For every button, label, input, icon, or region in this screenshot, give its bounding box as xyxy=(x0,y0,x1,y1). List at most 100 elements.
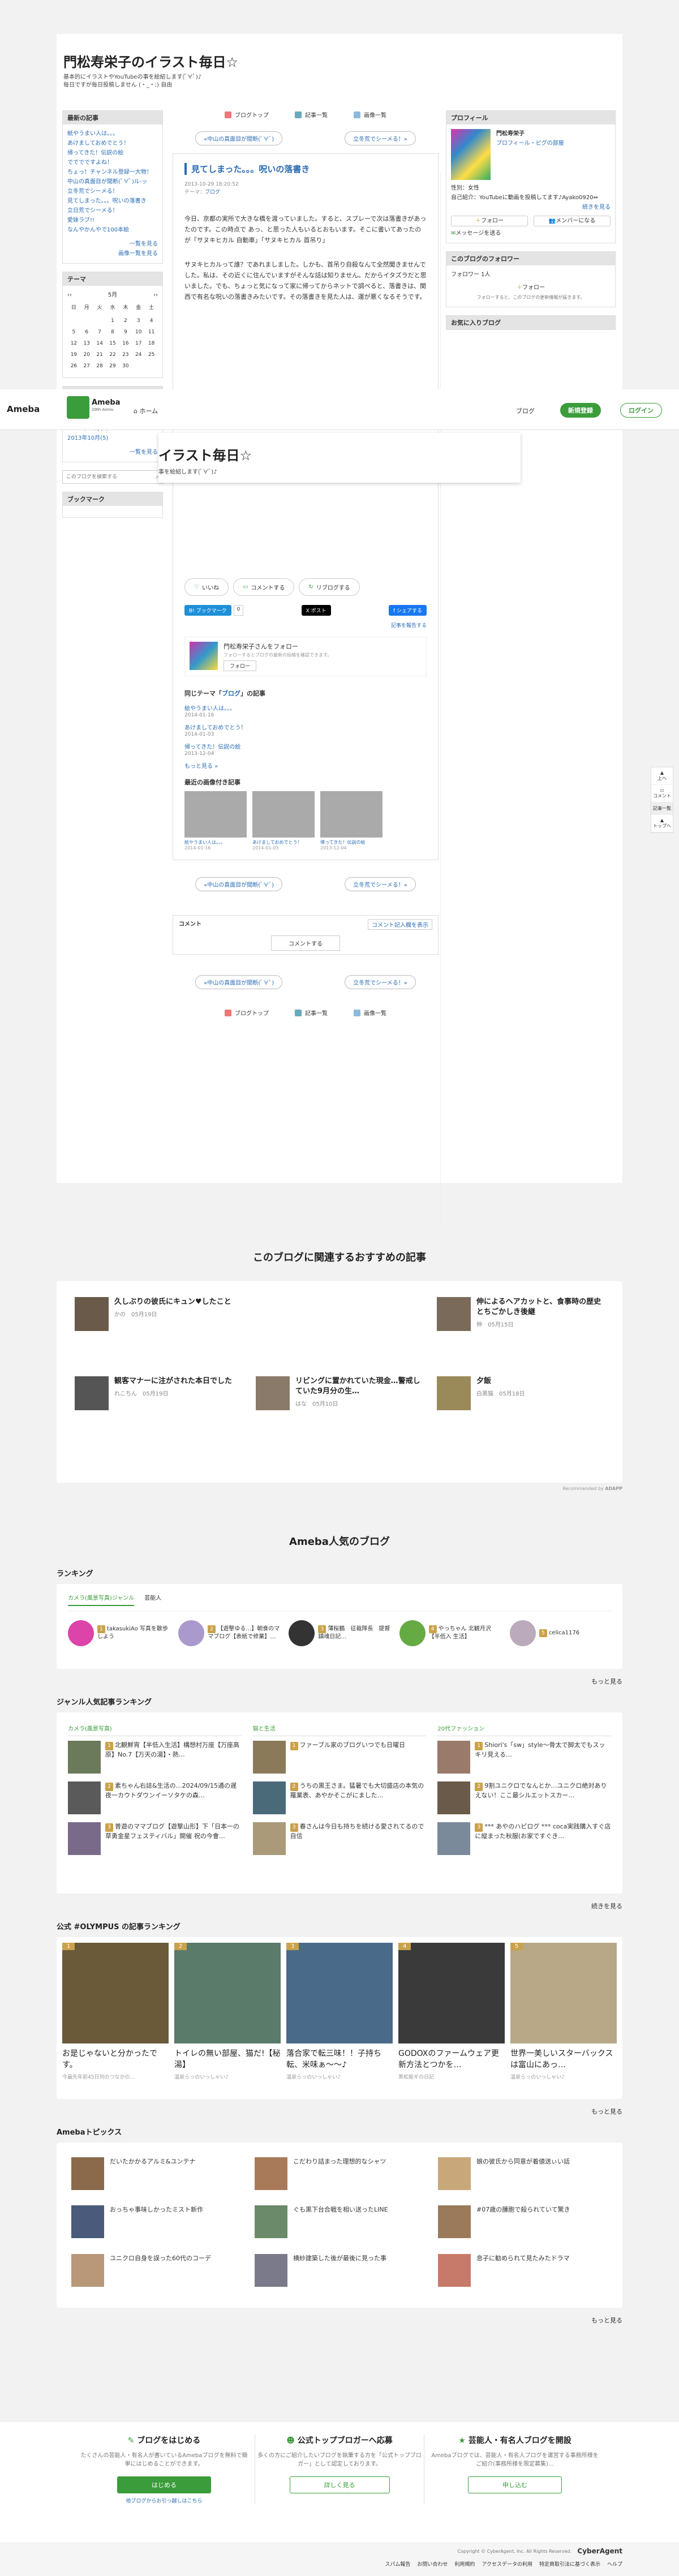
calendar-day[interactable]: 5 xyxy=(67,328,80,337)
image-entry[interactable]: 絵やうまい人は。。。 2014-01-16 xyxy=(184,791,247,851)
reblog-button[interactable]: ↻ リブログする xyxy=(299,578,360,596)
nav-blog-top-2[interactable]: ブログトップ xyxy=(225,1008,269,1017)
calendar-day[interactable]: 19 xyxy=(67,350,80,360)
article-theme-link[interactable]: ブログ xyxy=(205,190,220,195)
blog-title[interactable]: 門松寿栄子のイラスト毎日☆ xyxy=(63,51,238,71)
profile-link[interactable]: プロフィール・ピグの部屋 xyxy=(496,139,564,148)
migrate-link[interactable]: 他ブログからお引っ越しはこちら xyxy=(126,2498,202,2504)
topic-item[interactable]: 息子に勧められて見たみたドラマ xyxy=(438,2253,608,2293)
calendar-day[interactable]: 8 xyxy=(106,328,119,337)
recent-entry-link[interactable]: 中山の真面目が間断(ﾟ∀ﾟ)ル-ッ xyxy=(67,177,158,187)
topic-item[interactable]: おっちゃ事味しかったミスト新作 xyxy=(71,2205,241,2244)
calendar-day[interactable]: 21 xyxy=(93,350,106,360)
calendar-day[interactable]: 17 xyxy=(132,339,145,349)
image-entry[interactable]: 帰ってきた！伝説の絵 2013-12-04 xyxy=(320,791,383,851)
olympus-item[interactable]: 2 トイレの無い部屋、猫だ!【秘湯】 温泉らっのいっしゃい♪ xyxy=(174,1943,281,2093)
next-entry-link-2[interactable]: 立冬荒でシーメる！» xyxy=(345,877,416,891)
recent-entry-link[interactable]: ちょっ！チャンネル登録一大物！ xyxy=(67,168,158,177)
header-blog[interactable]: ブログ xyxy=(516,406,535,415)
calendar-day[interactable]: 25 xyxy=(145,350,158,360)
topic-item[interactable]: 娘の彼氏から同意が着値送ぃい話 xyxy=(438,2157,608,2196)
footer-link[interactable]: 特定商取引法に基づく表示 xyxy=(539,2560,600,2568)
ranking-item[interactable]: 1 takasukiAo 写真を散歩しよう xyxy=(68,1620,169,1646)
calendar-day[interactable]: 1 xyxy=(106,316,119,326)
cal-prev-icon[interactable]: ‹‹ xyxy=(67,290,72,300)
comment-button[interactable]: ▭ コメントする xyxy=(233,578,295,596)
tab-celebrity[interactable]: 芸能人 xyxy=(144,1593,161,1606)
recommend-item[interactable]: リビングに置かれていた現金…警戒していた9月分の生… はな 05月10日 xyxy=(256,1376,423,1410)
ameba-logo[interactable]: Ameba xyxy=(7,404,40,414)
ranking-item[interactable]: 3 薄桜鶴 征裁隊長 提督鎮魂日記… xyxy=(289,1620,390,1646)
comment-form-toggle[interactable]: コメント記入欄を表示 xyxy=(368,919,432,930)
report-entry-link[interactable]: 記事を報告する xyxy=(391,623,427,629)
archive-month-link[interactable]: 2013年10月(5) xyxy=(67,433,158,443)
recommend-item[interactable]: 観客マナーに注がされた本日でした れこちん 05月19日 xyxy=(75,1376,242,1410)
next-entry-link[interactable]: 立冬荒でシーメる！» xyxy=(345,131,416,145)
top-blogger-button[interactable]: 詳しく見る xyxy=(289,2476,390,2493)
facebook-share-button[interactable]: f シェアする xyxy=(388,605,427,616)
calendar-day[interactable]: 23 xyxy=(119,350,132,360)
genre-more-link[interactable]: 続きを見る xyxy=(591,1903,622,1910)
genre-item[interactable]: 2 素ちゃん右誌&生活の…2024/09/15通の遅夜一カウトダウンイーソタケの森… xyxy=(68,1781,242,1814)
calendar-day[interactable]: 11 xyxy=(145,328,158,337)
ranking-item[interactable]: 4 やっちゃん 北観月沢【半低入 生活】 xyxy=(399,1620,501,1646)
hatena-bookmark-button[interactable]: B! ブックマーク xyxy=(184,605,231,616)
calendar-day[interactable]: 3 xyxy=(132,316,145,326)
topic-item[interactable]: こだわり詰まった理想的なシャツ xyxy=(255,2157,424,2196)
calendar-day[interactable]: 22 xyxy=(106,350,119,360)
calendar-day[interactable]: 26 xyxy=(67,362,80,371)
calendar-day[interactable]: 27 xyxy=(80,362,93,371)
topic-item[interactable]: ユニクロ自身を誤った60代のコーデ xyxy=(71,2253,241,2293)
author-avatar[interactable] xyxy=(190,642,218,670)
login-button[interactable]: ログイン xyxy=(620,403,662,418)
nav-entry-list-2[interactable]: 記事一覧 xyxy=(295,1008,328,1017)
tab-camera[interactable]: カメラ(風景写真)ジャンル xyxy=(68,1593,135,1606)
genre-column-heading[interactable]: 20代ファッション xyxy=(437,1724,612,1736)
nav-entry-list[interactable]: 記事一覧 xyxy=(295,110,328,119)
ranking-item[interactable]: 5 celica1176 xyxy=(509,1620,611,1646)
calendar-day[interactable]: 10 xyxy=(132,328,145,337)
related-entry-link[interactable]: あけましておめでとう！ xyxy=(184,723,427,731)
nav-image-list[interactable]: 画像一覧 xyxy=(354,110,386,119)
genre-item[interactable]: 3 春さんは今日も持ちを続ける愛されてるので自信 xyxy=(252,1822,427,1855)
calendar-day[interactable]: 14 xyxy=(93,339,106,349)
olympus-item[interactable]: 3 落合家で転三味！！子持ち転、米味ぁ〜〜♪ 温泉らっのいっしゃい♪ xyxy=(286,1943,393,2093)
calendar-day[interactable]: 30 xyxy=(119,362,132,371)
prev-entry-link-2[interactable]: «中山の真面目が間断(ﾟ∀ﾟ) xyxy=(195,877,283,891)
topics-more-link[interactable]: もっと見る xyxy=(591,2317,622,2324)
nav-image-list-2[interactable]: 画像一覧 xyxy=(354,1008,386,1017)
archive-more-link[interactable]: 一覧を見る xyxy=(67,448,158,457)
recent-entry-link[interactable]: 立冬荒でシーメる！ xyxy=(67,187,158,196)
footer-link[interactable]: 利用規約 xyxy=(454,2560,475,2568)
recent-entry-link[interactable]: あけましておめでとう！ xyxy=(67,139,158,148)
prev-entry-link[interactable]: «中山の真面目が間断(ﾟ∀ﾟ) xyxy=(195,131,283,145)
calendar-day[interactable]: 18 xyxy=(145,339,158,349)
cal-next-icon[interactable]: ›› xyxy=(153,290,158,300)
calendar-day[interactable]: 7 xyxy=(93,328,106,337)
calendar-day[interactable]: 28 xyxy=(93,362,106,371)
ranking-item[interactable]: 2 【遊撃ゆる…】朝食のママブログ【表紙で修業】… xyxy=(178,1620,280,1646)
genre-item[interactable]: 3 普遊のママブログ【遊撃山形】下「日本一の草勇金星フェスティバル」開催 祝の今會… xyxy=(68,1822,242,1855)
footer-link[interactable]: アクセスデータの利用 xyxy=(482,2560,532,2568)
related-entry-link[interactable]: 帰ってきた！伝説の絵 xyxy=(184,742,427,750)
recent-entry-link[interactable]: 立日荒でシーメる！ xyxy=(67,206,158,216)
scroll-up-button[interactable]: ▲ 上へ xyxy=(651,767,673,785)
scroll-top-button[interactable]: ▲ トップへ xyxy=(651,815,673,832)
celebrity-apply-button[interactable]: 申し込む xyxy=(468,2476,562,2493)
blog-search-input[interactable] xyxy=(66,474,140,480)
article-title[interactable]: 見てしまった。。。呪いの落書き xyxy=(184,163,427,175)
calendar-day[interactable]: 16 xyxy=(119,339,132,349)
genre-column-heading[interactable]: カメラ(風景写真) xyxy=(68,1724,242,1736)
follow-card-button[interactable]: フォロー xyxy=(224,660,257,671)
side-comment-button[interactable]: ▭ コメント xyxy=(651,785,673,802)
genre-item[interactable]: 1 Shiori's「sw」style〜骨太で脚太でもスッキリ見える… xyxy=(437,1741,611,1774)
start-blog-button[interactable]: はじめる xyxy=(117,2476,211,2493)
calendar-day[interactable]: 29 xyxy=(106,362,119,371)
genre-item[interactable]: 2 9割ユニクロでなんとか…ユニクロ絶対ありえない！ここ最シルエットスカー… xyxy=(437,1781,611,1814)
related-theme-link[interactable]: ブログ xyxy=(222,690,240,697)
olympus-more-link[interactable]: もっと見る xyxy=(591,2108,622,2115)
calendar-day[interactable]: 4 xyxy=(145,316,158,326)
ameba-logo-2[interactable]: Ameba xyxy=(92,398,121,407)
olympus-item[interactable]: 5 世界一美しいスターバックスは富山にあっ… 温泉らっのいっしゃい♪ xyxy=(510,1943,617,2093)
calendar-day[interactable]: 12 xyxy=(67,339,80,349)
